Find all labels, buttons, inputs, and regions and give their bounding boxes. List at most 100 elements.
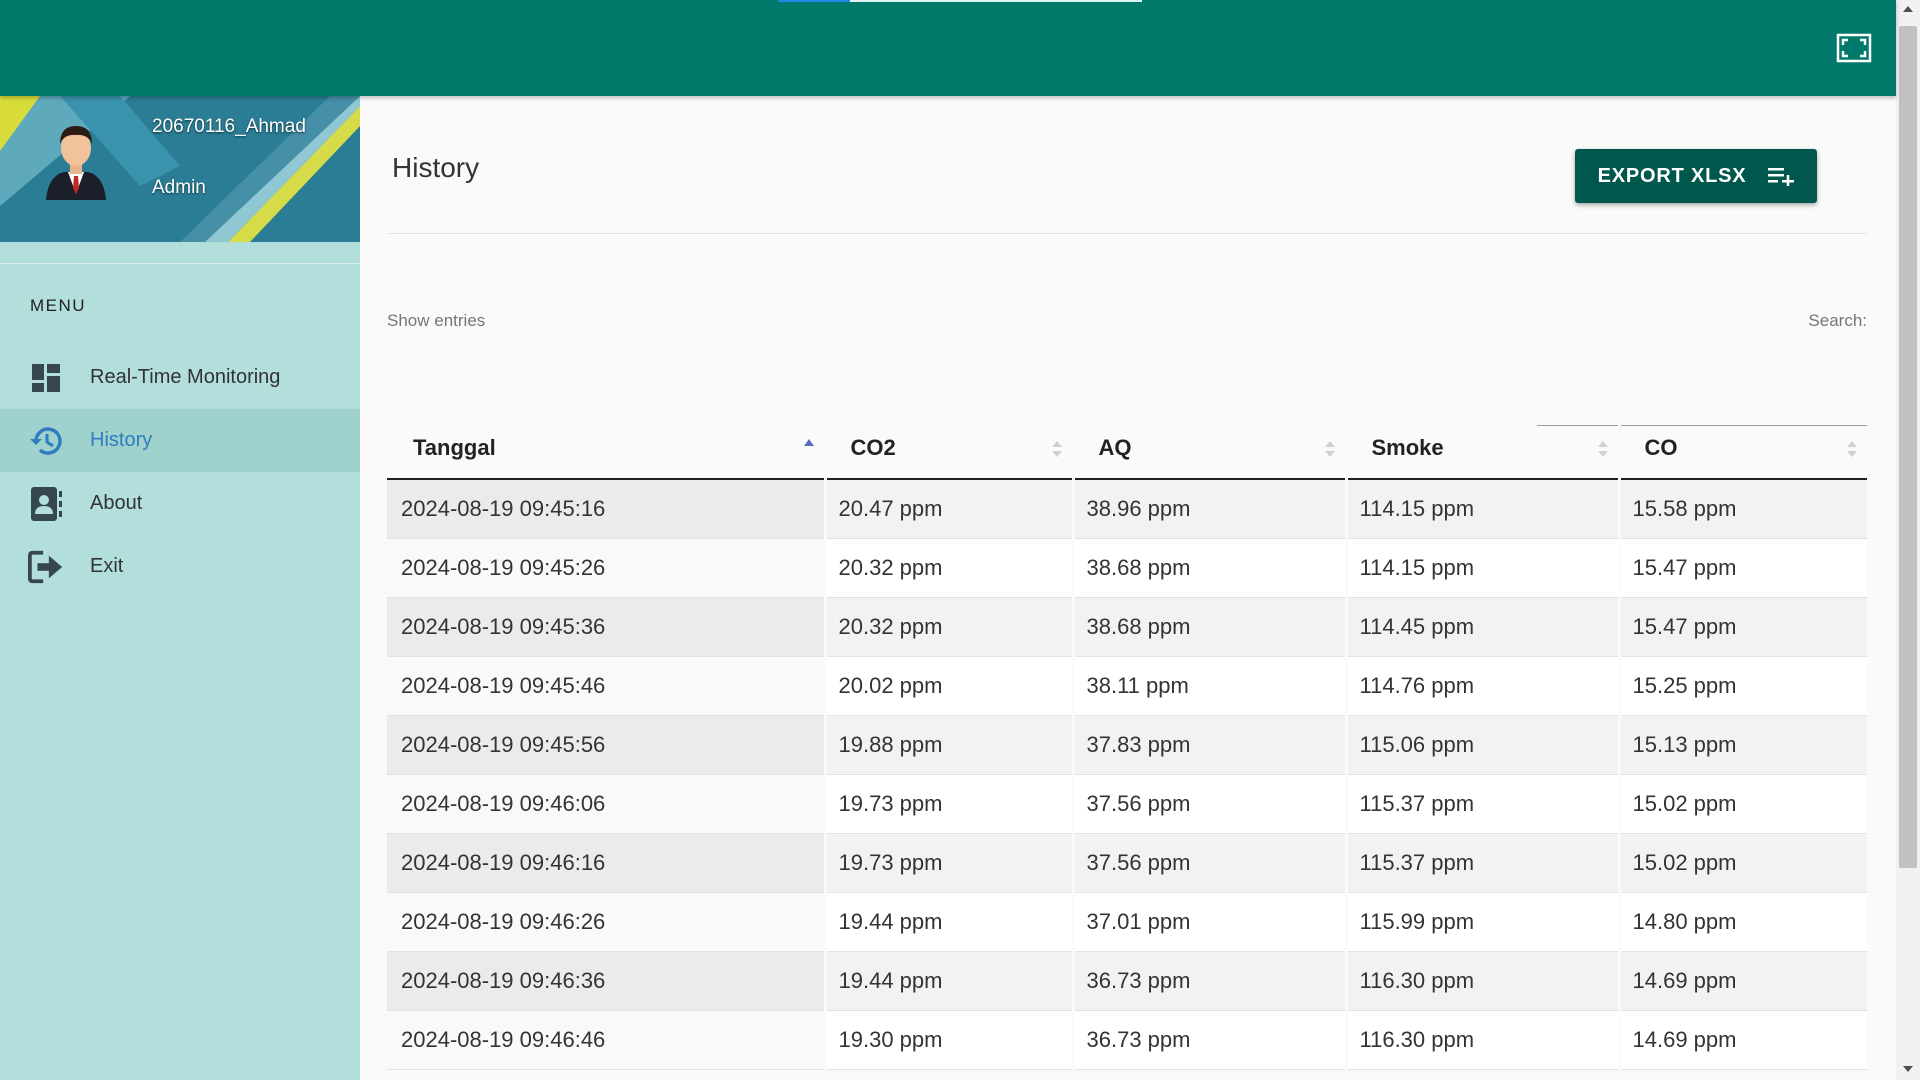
cell-smoke: 115.37 ppm	[1344, 833, 1619, 893]
cell-tanggal: 2024-08-19 09:46:46	[387, 1010, 825, 1070]
cell-smoke: 115.99 ppm	[1344, 892, 1619, 952]
cell-co: 14.80 ppm	[1617, 892, 1867, 952]
fullscreen-button[interactable]	[1836, 33, 1872, 63]
dashboard-icon	[28, 360, 64, 396]
user-role: Admin	[152, 177, 206, 198]
cell-aq: 37.56 ppm	[1071, 774, 1346, 834]
sort-both-icon	[1051, 441, 1062, 457]
top-app-bar	[0, 0, 1896, 96]
cell-co2: 20.02 ppm	[823, 656, 1073, 716]
cell-tanggal: 2024-08-19 09:45:36	[387, 597, 825, 657]
page-scrollbar[interactable]	[1896, 0, 1920, 1080]
column-header-smoke[interactable]: Smoke	[1344, 417, 1619, 480]
menu-header: MENU	[30, 296, 87, 315]
column-header-aq[interactable]: AQ	[1071, 417, 1346, 480]
sort-both-icon	[1597, 441, 1608, 457]
cell-co: 15.13 ppm	[1617, 715, 1867, 775]
cell-aq: 38.68 ppm	[1071, 597, 1346, 657]
sidebar-item-about[interactable]: About	[0, 472, 360, 535]
cell-tanggal: 2024-08-19 09:45:46	[387, 656, 825, 716]
cell-co2: 19.30 ppm	[823, 1010, 1073, 1070]
cell-co: 14.69 ppm	[1617, 951, 1867, 1011]
cell-aq: 36.73 ppm	[1071, 951, 1346, 1011]
sidebar-item-label: About	[90, 492, 143, 514]
table-row: 2024-08-19 09:45:16 20.47 ppm 38.96 ppm 114…	[387, 479, 1867, 539]
sidebar-item-exit[interactable]: Exit	[0, 535, 360, 598]
table-row: 2024-08-19 09:45:26 20.32 ppm 38.68 ppm 114…	[387, 538, 1867, 598]
cell-aq: 36.73 ppm	[1071, 1010, 1346, 1070]
cell-aq: 37.01 ppm	[1071, 892, 1346, 952]
cell-tanggal: 2024-08-19 09:46:16	[387, 833, 825, 893]
sidebar: 20670116_Ahmad Admin MENU Real-Time Moni…	[0, 96, 360, 1080]
cell-tanggal: 2024-08-19 09:46:36	[387, 951, 825, 1011]
show-entries-label: Show entries	[387, 311, 486, 330]
history-icon	[28, 423, 64, 459]
cell-co2: 19.73 ppm	[823, 774, 1073, 834]
table-header-row: Tanggal CO2 AQ Smoke CO	[387, 417, 1867, 480]
scroll-down-arrow-icon[interactable]	[1903, 1066, 1913, 1072]
cell-tanggal: 2024-08-19 09:45:26	[387, 538, 825, 598]
sort-both-icon	[1847, 441, 1857, 457]
cell-smoke: 114.15 ppm	[1344, 538, 1619, 598]
cell-co: 15.02 ppm	[1617, 774, 1867, 834]
cell-co: 14.69 ppm	[1617, 1010, 1867, 1070]
column-header-co2[interactable]: CO2	[823, 417, 1073, 480]
cell-co: 15.47 ppm	[1617, 538, 1867, 598]
sidebar-item-real-time-monitoring[interactable]: Real-Time Monitoring	[0, 346, 360, 409]
cell-smoke: 114.45 ppm	[1344, 597, 1619, 657]
cell-aq: 38.11 ppm	[1071, 656, 1346, 716]
cell-co2: 19.73 ppm	[823, 833, 1073, 893]
loading-progress-bar	[778, 0, 850, 2]
sort-ascending-icon	[803, 439, 814, 446]
avatar	[46, 126, 106, 200]
scroll-up-arrow-icon[interactable]	[1903, 6, 1913, 12]
history-table: Tanggal CO2 AQ Smoke CO 2024-08-19 09:45…	[387, 417, 1867, 1070]
sort-both-icon	[1324, 441, 1335, 457]
sidebar-item-label: History	[90, 429, 153, 451]
sidebar-item-label: Real-Time Monitoring	[90, 366, 281, 388]
sidebar-divider	[0, 263, 360, 264]
cell-co: 15.47 ppm	[1617, 597, 1867, 657]
table-row: 2024-08-19 09:46:46 19.30 ppm 36.73 ppm 116…	[387, 1010, 1867, 1070]
column-header-co[interactable]: CO	[1617, 417, 1867, 480]
table-row: 2024-08-19 09:45:36 20.32 ppm 38.68 ppm 114…	[387, 597, 1867, 657]
export-xlsx-button[interactable]: EXPORT XLSX	[1575, 149, 1817, 203]
cell-aq: 38.68 ppm	[1071, 538, 1346, 598]
page-title: History	[392, 152, 480, 183]
playlist-add-icon	[1768, 168, 1795, 186]
cell-smoke: 116.30 ppm	[1344, 951, 1619, 1011]
cell-co2: 19.88 ppm	[823, 715, 1073, 775]
cell-co2: 19.44 ppm	[823, 951, 1073, 1011]
cell-tanggal: 2024-08-19 09:45:16	[387, 479, 825, 539]
export-button-label: EXPORT XLSX	[1597, 164, 1747, 187]
cell-smoke: 115.06 ppm	[1344, 715, 1619, 775]
cell-aq: 37.83 ppm	[1071, 715, 1346, 775]
cell-co: 15.58 ppm	[1617, 479, 1867, 539]
menu-list: Real-Time Monitoring History About Exit	[0, 346, 360, 598]
table-row: 2024-08-19 09:46:26 19.44 ppm 37.01 ppm 115…	[387, 892, 1867, 952]
cell-smoke: 114.15 ppm	[1344, 479, 1619, 539]
table-row: 2024-08-19 09:46:36 19.44 ppm 36.73 ppm 116…	[387, 951, 1867, 1011]
cell-aq: 37.56 ppm	[1071, 833, 1346, 893]
table-row: 2024-08-19 09:46:16 19.73 ppm 37.56 ppm 115…	[387, 833, 1867, 893]
exit-icon	[28, 549, 64, 585]
column-header-tanggal[interactable]: Tanggal	[387, 417, 825, 480]
sidebar-item-label: Exit	[90, 555, 124, 577]
fullscreen-icon	[1836, 33, 1872, 63]
cell-smoke: 114.76 ppm	[1344, 656, 1619, 716]
header-divider	[387, 233, 1867, 234]
sidebar-item-history[interactable]: History	[0, 409, 360, 472]
cell-smoke: 115.37 ppm	[1344, 774, 1619, 834]
cell-aq: 38.96 ppm	[1071, 479, 1346, 539]
cell-tanggal: 2024-08-19 09:46:26	[387, 892, 825, 952]
cell-co: 15.02 ppm	[1617, 833, 1867, 893]
table-row: 2024-08-19 09:45:46 20.02 ppm 38.11 ppm 114…	[387, 656, 1867, 716]
table-row: 2024-08-19 09:46:06 19.73 ppm 37.56 ppm 115…	[387, 774, 1867, 834]
cell-smoke: 116.30 ppm	[1344, 1010, 1619, 1070]
cell-co: 15.25 ppm	[1617, 656, 1867, 716]
loading-progress-track	[850, 0, 1142, 2]
cell-co2: 19.44 ppm	[823, 892, 1073, 952]
cell-co2: 20.47 ppm	[823, 479, 1073, 539]
cell-tanggal: 2024-08-19 09:45:56	[387, 715, 825, 775]
scrollbar-thumb[interactable]	[1899, 26, 1917, 868]
